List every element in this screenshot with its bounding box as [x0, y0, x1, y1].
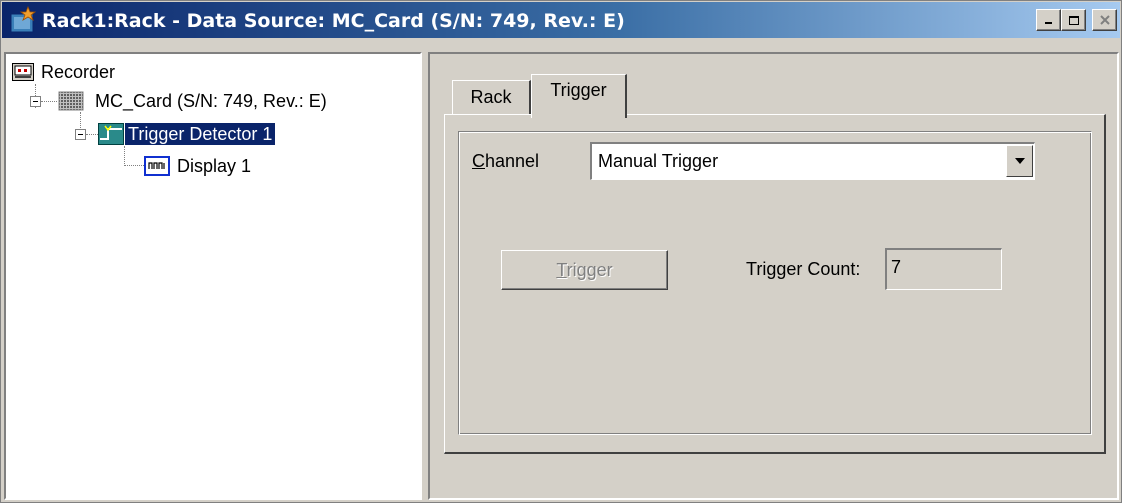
tree-item-label: Display 1: [177, 156, 252, 176]
tab-rack[interactable]: Rack: [452, 80, 531, 114]
tree-connector: [124, 165, 144, 167]
minimize-icon: [1044, 22, 1052, 24]
tree-item-label: Recorder: [41, 62, 116, 82]
trigger-detector-icon: [98, 123, 124, 145]
recorder-icon: [12, 63, 34, 81]
device-tree[interactable]: Recorder MC_Card (S/N: 749, Rev.: E) Tri…: [4, 52, 422, 500]
minimize-button[interactable]: [1036, 9, 1061, 31]
maximize-icon: [1068, 15, 1079, 25]
tree-connector: [86, 134, 98, 136]
trigger-count-label: Trigger Count:: [746, 259, 861, 279]
close-icon: [1099, 14, 1110, 25]
dropdown-button[interactable]: [1006, 145, 1033, 177]
tab-label: Trigger: [550, 80, 607, 100]
trigger-button[interactable]: Trigger: [501, 250, 668, 290]
tree-connector: [124, 146, 126, 166]
maximize-button[interactable]: [1061, 9, 1086, 31]
title-bar[interactable]: Rack1:Rack - Data Source: MC_Card (S/N: …: [2, 2, 1120, 38]
close-button[interactable]: [1092, 9, 1117, 31]
tab-trigger[interactable]: Trigger: [531, 74, 627, 118]
tree-item-label: MC_Card (S/N: 749, Rev.: E): [95, 91, 327, 111]
channel-select-value: Manual Trigger: [598, 151, 719, 171]
tree-item-label-selected: Trigger Detector 1: [123, 122, 277, 146]
trigger-count-field: 7: [885, 248, 1002, 290]
window-title: Rack1:Rack - Data Source: MC_Card (S/N: …: [42, 10, 625, 32]
tree-connector: [41, 101, 57, 103]
collapse-toggle[interactable]: [75, 129, 86, 140]
chevron-down-icon: [1014, 158, 1025, 164]
channel-label: Channel: [472, 151, 540, 171]
card-icon: [58, 91, 84, 111]
tab-label: Rack: [470, 87, 512, 107]
application-window: Rack1:Rack - Data Source: MC_Card (S/N: …: [0, 0, 1122, 503]
display-icon: [144, 156, 170, 176]
channel-select[interactable]: Manual Trigger: [590, 142, 1035, 180]
app-icon: [10, 6, 37, 33]
collapse-toggle[interactable]: [30, 96, 41, 107]
